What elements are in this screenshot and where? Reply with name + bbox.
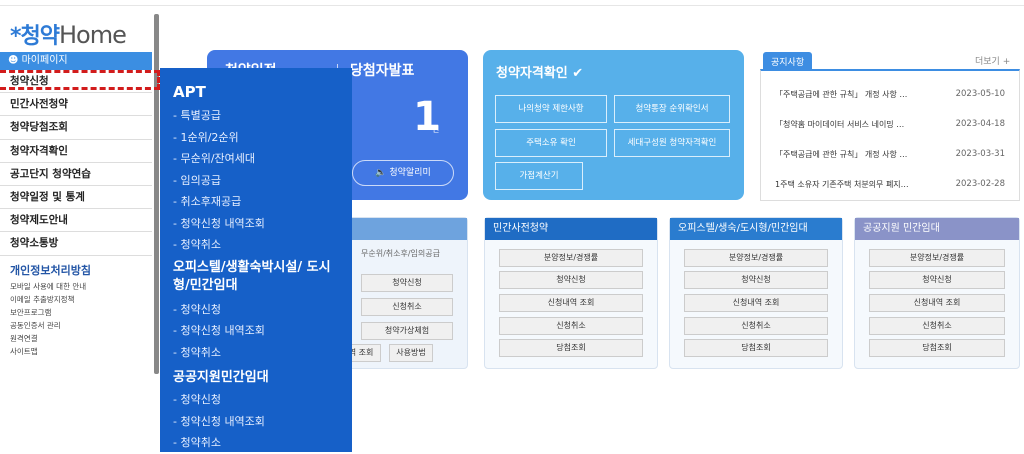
dropdown-item[interactable]: - 무순위/잔여세대	[173, 148, 352, 170]
sidebar-item-guide[interactable]: 청약제도안내	[0, 209, 152, 233]
section-button[interactable]: 분양정보/경쟁률	[869, 249, 1005, 267]
apt-tab[interactable]: 무순위/취소후/임의공급	[361, 248, 440, 259]
section-button[interactable]: 신청내역 조회	[869, 294, 1005, 312]
section-button[interactable]: 당첨조회	[499, 339, 643, 357]
winner-tab[interactable]: 당첨자발표	[350, 60, 414, 80]
speaker-icon: 🔈	[375, 168, 387, 178]
notice-date: 2023-05-10	[955, 89, 1005, 99]
section-button[interactable]: 신청내역 조회	[684, 294, 828, 312]
footer-link[interactable]: 사이트맵	[10, 345, 86, 358]
section-button[interactable]: 분양정보/경쟁률	[499, 249, 643, 267]
section-button[interactable]: 신청취소	[869, 317, 1005, 335]
score-calculator-button[interactable]: 가점계산기	[495, 162, 583, 190]
footer-link[interactable]: 원격연결	[10, 332, 86, 345]
footer-links: 모바일 사용에 대한 안내 이메일 추출방지정책 보안프로그램 공동인증서 관리…	[10, 280, 86, 358]
dropdown-item[interactable]: - 특별공급	[173, 105, 352, 127]
section-button[interactable]: 청약신청	[684, 271, 828, 289]
sidebar-menu: 청약신청 민간사전청약 청약당첨조회 청약자격확인 공고단지 청약연습 청약일정…	[0, 70, 152, 256]
apt-apply-button[interactable]: 청약신청	[361, 274, 453, 292]
dropdown-item[interactable]: - 청약신청	[173, 299, 352, 321]
dropdown-item[interactable]: - 청약취소	[173, 234, 352, 256]
notice-date: 2023-03-31	[955, 149, 1005, 159]
footer-link[interactable]: 공동인증서 관리	[10, 319, 86, 332]
private-pre-section: 민간사전청약 분양정보/경쟁률 청약신청 신청내역 조회 신청취소 당첨조회	[484, 217, 658, 369]
count-unit: 건	[432, 125, 440, 134]
apt-howto-button[interactable]: 사용방법	[389, 344, 433, 362]
notice-title[interactable]: 「주택공급에 관한 규칙」 개정 사항 …	[775, 89, 907, 100]
notice-title[interactable]: 1주택 소유자 기존주택 처분의무 폐지…	[775, 179, 909, 190]
sidebar-scrollbar[interactable]	[154, 14, 159, 374]
alarm-button[interactable]: 🔈 청약알리미	[352, 160, 454, 186]
section-button[interactable]: 분양정보/경쟁률	[684, 249, 828, 267]
section-button[interactable]: 신청취소	[499, 317, 643, 335]
notice-list: 「주택공급에 관한 규칙」 개정 사항 … 2023-05-10 「청약홈 마이…	[760, 69, 1020, 201]
dropdown-heading-public-rental[interactable]: 공공지원민간임대	[173, 366, 352, 385]
qualification-title: 청약자격확인 ✔	[496, 62, 583, 81]
restriction-button[interactable]: 나의청약 제한사항	[495, 95, 607, 123]
section-button[interactable]: 신청취소	[684, 317, 828, 335]
notice-date: 2023-04-18	[955, 119, 1005, 129]
household-qualification-button[interactable]: 세대구성원 청약자격확인	[614, 129, 730, 157]
section-title: 공공지원 민간임대	[855, 218, 1019, 240]
footer-link[interactable]: 모바일 사용에 대한 안내	[10, 280, 86, 293]
dropdown-item[interactable]: - 임의공급	[173, 170, 352, 192]
house-ownership-button[interactable]: 주택소유 확인	[495, 129, 607, 157]
sidebar-item-schedule[interactable]: 청약일정 및 통계	[0, 186, 152, 210]
apt-cancel-button[interactable]: 신청취소	[361, 298, 453, 316]
section-button[interactable]: 청약신청	[499, 271, 643, 289]
notice-title[interactable]: 「청약홈 마이데이터 서비스 네이밍 …	[775, 119, 904, 130]
dropdown-heading-apt[interactable]: APT	[173, 83, 352, 101]
section-title: 민간사전청약	[485, 218, 657, 240]
logo-word: Home	[59, 21, 127, 49]
qualification-card: 청약자격확인 ✔ 나의청약 제한사항 청약통장 순위확인서 주택소유 확인 세대…	[483, 50, 744, 200]
logo[interactable]: *청약Home	[10, 18, 127, 50]
apply-dropdown-menu: APT - 특별공급 - 1순위/2순위 - 무순위/잔여세대 - 임의공급 -…	[160, 68, 352, 452]
section-title: 오피스텔/생숙/도시형/민간임대	[670, 218, 842, 240]
check-circle-icon: ✔	[572, 66, 584, 81]
dropdown-item[interactable]: - 청약신청 내역조회	[173, 411, 352, 433]
sidebar-item-pre-apply[interactable]: 민간사전청약	[0, 93, 152, 117]
privacy-policy-link[interactable]: 개인정보처리방침	[10, 262, 91, 278]
section-button[interactable]: 청약신청	[869, 271, 1005, 289]
dropdown-item[interactable]: - 청약취소	[173, 342, 352, 364]
section-button[interactable]: 당첨조회	[869, 339, 1005, 357]
qualification-title-text: 청약자격확인	[496, 66, 568, 81]
section-button[interactable]: 신청내역 조회	[499, 294, 643, 312]
rank-certificate-button[interactable]: 청약통장 순위확인서	[614, 95, 730, 123]
sidebar-item-community[interactable]: 청약소통방	[0, 232, 152, 256]
dropdown-item[interactable]: - 청약취소	[173, 432, 352, 454]
dropdown-heading-officetel[interactable]: 오피스텔/생활숙박시설/ 도시형/민간임대	[173, 259, 333, 295]
sidebar-item-qualification[interactable]: 청약자격확인	[0, 140, 152, 163]
highlight-annotation	[0, 70, 160, 90]
apt-simulation-button[interactable]: 청약가상체험	[361, 322, 453, 340]
officetel-section: 오피스텔/생숙/도시형/민간임대 분양정보/경쟁률 청약신청 신청내역 조회 신…	[669, 217, 843, 369]
sidebar-item-practice[interactable]: 공고단지 청약연습	[0, 163, 152, 186]
mypage-button[interactable]: ☻ 마이페이지	[0, 52, 152, 70]
footer-link[interactable]: 이메일 추출방지정책	[10, 293, 86, 306]
mypage-label: 마이페이지	[21, 55, 68, 66]
notice-date: 2023-02-28	[955, 179, 1005, 189]
public-rental-section: 공공지원 민간임대 분양정보/경쟁률 청약신청 신청내역 조회 신청취소 당첨조…	[854, 217, 1020, 369]
dropdown-item[interactable]: - 청약신청 내역조회	[173, 213, 352, 235]
dropdown-item[interactable]: - 청약신청	[173, 389, 352, 411]
dropdown-item[interactable]: - 1순위/2순위	[173, 127, 352, 149]
alarm-label: 청약알리미	[389, 168, 431, 178]
dropdown-item[interactable]: - 청약신청 내역조회	[173, 320, 352, 342]
footer-link[interactable]: 보안프로그램	[10, 306, 86, 319]
notice-title[interactable]: 「주택공급에 관한 규칙」 개정 사항 …	[775, 149, 907, 160]
logo-mark: *청약	[10, 24, 60, 49]
sidebar-item-winner-check[interactable]: 청약당첨조회	[0, 116, 152, 140]
more-link[interactable]: 더보기 +	[975, 54, 1010, 67]
section-button[interactable]: 당첨조회	[684, 339, 828, 357]
dropdown-item[interactable]: - 취소후재공급	[173, 191, 352, 213]
